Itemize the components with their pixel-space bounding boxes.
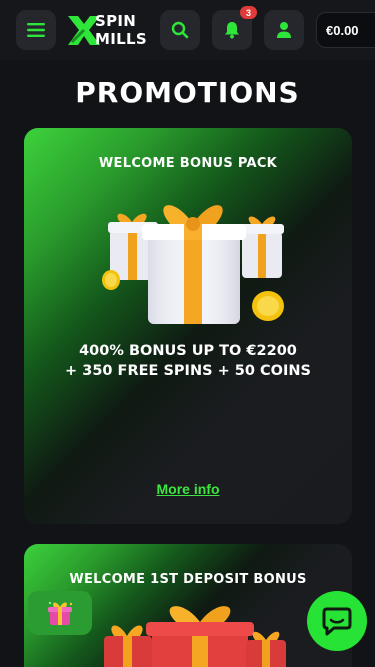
search-icon xyxy=(171,21,189,39)
gift-icon xyxy=(48,601,73,625)
notification-count-badge: 3 xyxy=(240,6,257,19)
promotion-title: WELCOME BONUS PACK xyxy=(98,156,278,171)
logo-line-1: SPIN xyxy=(95,12,137,30)
balance-display[interactable]: €0.00 xyxy=(316,12,375,48)
promotion-title: WELCOME 1ST DEPOSIT BONUS xyxy=(69,572,307,587)
top-header: SPIN MILLS 3 €0.00 xyxy=(0,0,375,60)
search-button[interactable] xyxy=(160,10,200,50)
promotion-card[interactable]: WELCOME BONUS PACK 400% BONUS UP TO €220… xyxy=(24,128,352,524)
bell-icon xyxy=(225,22,239,39)
logo-line-2: MILLS xyxy=(95,30,147,48)
page-title: PROMOTIONS xyxy=(75,76,300,109)
promotion-offer-line-1: 400% BONUS UP TO €2200 xyxy=(79,343,297,359)
chat-button[interactable] xyxy=(307,591,367,651)
gift-button[interactable] xyxy=(28,591,92,635)
account-button[interactable] xyxy=(264,10,304,50)
user-icon xyxy=(277,22,291,38)
promotion-offer-line-2: + 350 FREE SPINS + 50 COINS xyxy=(65,363,311,379)
more-info-link[interactable]: More info xyxy=(24,481,352,497)
menu-button[interactable] xyxy=(16,10,56,50)
logo-text: SPIN MILLS xyxy=(95,12,147,48)
hamburger-menu-icon xyxy=(27,23,45,37)
chat-icon xyxy=(322,607,352,636)
gift-boxes-coins-image xyxy=(102,205,284,324)
gift-boxes-red-image xyxy=(104,606,286,667)
